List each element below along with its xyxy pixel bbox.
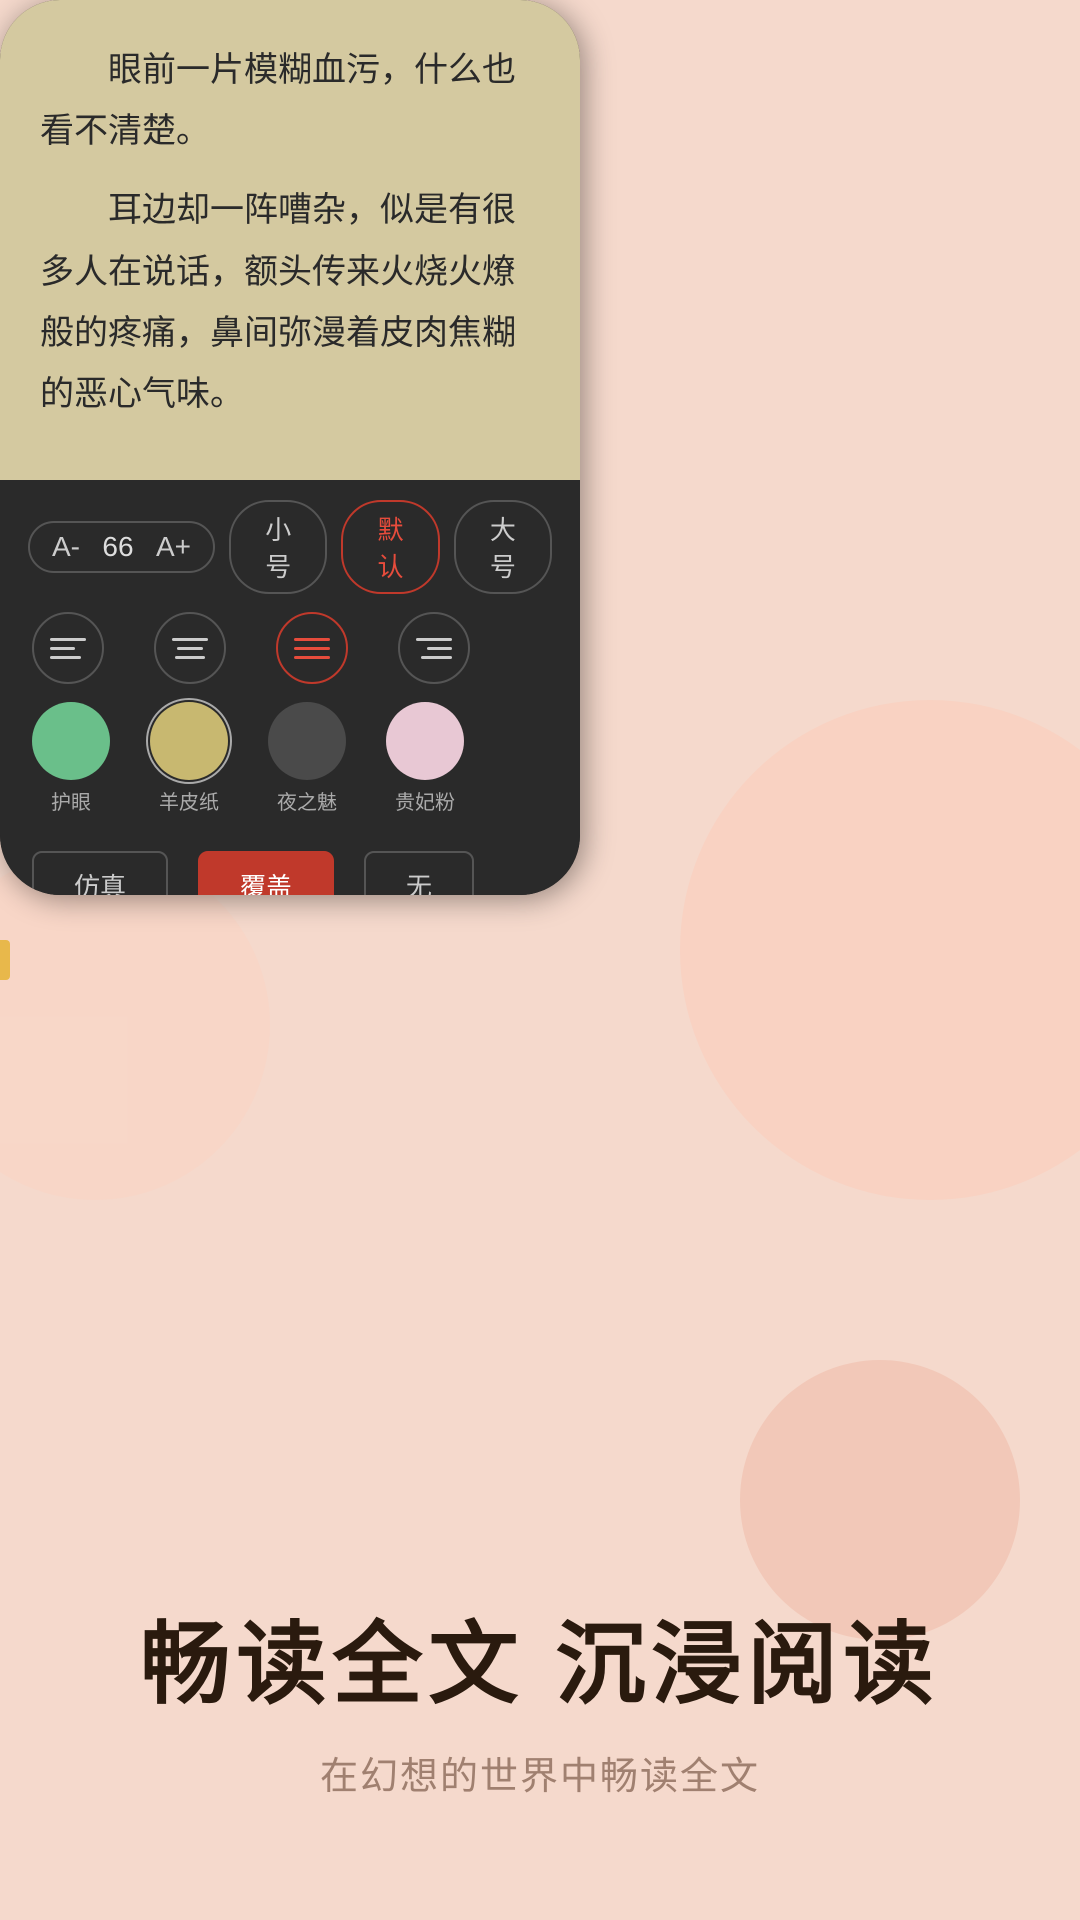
font-increase-button[interactable]: A+	[156, 531, 191, 563]
sub-title: 在幻想的世界中畅读全文	[320, 1745, 760, 1800]
theme-parchment-button[interactable]	[150, 702, 228, 780]
bottom-section: 畅读全文 沉浸阅读 在幻想的世界中畅读全文	[0, 940, 1080, 1920]
settings-panel: A- 66 A+ 小号 默认 大号	[0, 480, 580, 895]
font-size-value: 66	[98, 531, 138, 563]
theme-parchment-label: 羊皮纸	[159, 786, 219, 815]
align-center-icon	[172, 638, 208, 659]
reading-paragraph-1: 眼前一片模糊血污，什么也 看不清楚。	[40, 40, 540, 162]
font-decrease-button[interactable]: A-	[52, 531, 80, 563]
phone-mockup: 眼前一片模糊血污，什么也 看不清楚。 耳边却一阵嘈杂，似是有很 多人在说话，额头…	[0, 0, 580, 900]
align-left-icon	[50, 638, 86, 659]
align-justify-icon	[294, 638, 330, 659]
font-size-control: A- 66 A+	[28, 521, 215, 573]
align-center-button[interactable]	[154, 612, 226, 684]
mode-realistic-button[interactable]: 仿真	[32, 851, 168, 895]
theme-row: 护眼 羊皮纸 夜之魅 贵妃粉	[28, 702, 552, 815]
yellow-marker	[0, 940, 10, 980]
mode-cover-button[interactable]: 覆盖	[198, 851, 334, 895]
mode-none-button[interactable]: 无	[364, 851, 474, 895]
mode-row: 仿真 覆盖 无	[28, 851, 552, 895]
align-justify-button[interactable]	[276, 612, 348, 684]
align-right-icon	[416, 638, 452, 659]
theme-night-button[interactable]	[268, 702, 346, 780]
font-size-row: A- 66 A+ 小号 默认 大号	[28, 500, 552, 594]
theme-eye-label: 护眼	[51, 786, 91, 815]
align-left-button[interactable]	[32, 612, 104, 684]
theme-eye-button[interactable]	[32, 702, 110, 780]
size-default-button[interactable]: 默认	[341, 500, 439, 594]
size-large-button[interactable]: 大号	[454, 500, 552, 594]
size-small-button[interactable]: 小号	[229, 500, 327, 594]
reading-paragraph-2: 耳边却一阵嘈杂，似是有很 多人在说话，额头传来火烧火燎 般的疼痛，鼻间弥漫着皮肉…	[40, 180, 540, 425]
phone-shell: 眼前一片模糊血污，什么也 看不清楚。 耳边却一阵嘈杂，似是有很 多人在说话，额头…	[0, 0, 580, 895]
main-title: 畅读全文 沉浸阅读	[140, 1591, 939, 1721]
reading-area: 眼前一片模糊血污，什么也 看不清楚。 耳边却一阵嘈杂，似是有很 多人在说话，额头…	[0, 0, 580, 480]
theme-pink-label: 贵妃粉	[395, 786, 455, 815]
theme-pink-button[interactable]	[386, 702, 464, 780]
alignment-row	[28, 612, 552, 684]
align-right-button[interactable]	[398, 612, 470, 684]
theme-night-label: 夜之魅	[277, 786, 337, 815]
